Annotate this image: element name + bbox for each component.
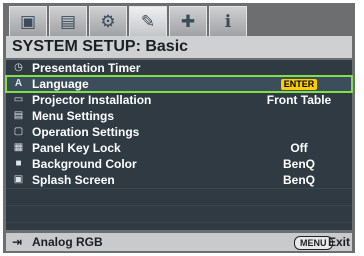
tab-system-setup-basic[interactable]: ✎ <box>129 6 167 36</box>
menu-item-value: BenQ <box>282 173 315 187</box>
menu-item-operation-settings[interactable]: ▢ Operation Settings <box>6 124 352 140</box>
input-source-label: Analog RGB <box>32 235 103 249</box>
menu-key-badge[interactable]: MENU <box>294 236 333 250</box>
menu-item-presentation-timer[interactable]: ◷ Presentation Timer <box>6 60 352 76</box>
tab-information[interactable]: ℹ <box>209 6 247 36</box>
projector-icon: ▭ <box>13 94 24 105</box>
menu-item-label: Panel Key Lock <box>32 141 121 155</box>
menu-item-label: Operation Settings <box>32 125 140 139</box>
splash-screen-icon: ▣ <box>13 174 24 185</box>
menu-settings-icon: ▤ <box>13 110 24 121</box>
menu-item-panel-key-lock[interactable]: ▦ Panel Key Lock Off <box>6 140 352 156</box>
status-footer: ⇥ Analog RGB MENU Exit <box>6 233 352 251</box>
menu-list: ◷ Presentation Timer A Language ENTER ▭ … <box>5 60 353 230</box>
settings-icon: ⚙ <box>100 11 116 31</box>
tab-picture[interactable]: ▣ <box>9 6 47 36</box>
tab-system-setup-advanced[interactable]: ✚ <box>169 6 207 36</box>
tab-display[interactable]: ▤ <box>49 6 87 36</box>
menu-item-label: Background Color <box>32 157 137 171</box>
menu-item-projector-installation[interactable]: ▭ Projector Installation Front Table <box>6 92 352 108</box>
menu-item-label: Presentation Timer <box>32 61 141 75</box>
menu-title: SYSTEM SETUP: Basic <box>6 36 352 58</box>
tab-bar: ▣ ▤ ⚙ ✎ ✚ ℹ <box>9 6 247 36</box>
exit-label: Exit <box>328 235 351 249</box>
tab-settings[interactable]: ⚙ <box>89 6 127 36</box>
menu-item-value: BenQ <box>282 157 315 171</box>
menu-item-label: Menu Settings <box>32 109 115 123</box>
advanced-icon: ✚ <box>180 11 196 31</box>
empty-row <box>6 188 352 205</box>
menu-item-value: Front Table <box>266 93 332 107</box>
input-source-icon: ⇥ <box>12 235 23 249</box>
operation-settings-icon: ▢ <box>13 126 24 137</box>
picture-icon: ▣ <box>19 11 37 31</box>
language-icon: A <box>14 78 23 89</box>
info-icon: ℹ <box>224 11 232 31</box>
menu-item-label: Language <box>32 77 89 91</box>
wrench-icon: ✎ <box>140 11 156 31</box>
timer-icon: ◷ <box>14 62 23 73</box>
empty-row <box>6 205 352 222</box>
menu-item-value: ENTER <box>254 76 344 92</box>
background-color-icon: ■ <box>15 158 22 169</box>
enter-key-badge[interactable]: ENTER <box>280 79 318 91</box>
menu-item-menu-settings[interactable]: ▤ Menu Settings <box>6 108 352 124</box>
key-lock-icon: ▦ <box>13 142 24 153</box>
menu-item-language[interactable]: A Language ENTER <box>5 75 353 93</box>
menu-item-splash-screen[interactable]: ▣ Splash Screen BenQ <box>6 172 352 188</box>
menu-item-value: Off <box>290 141 308 155</box>
menu-item-background-color[interactable]: ■ Background Color BenQ <box>6 156 352 172</box>
menu-item-label: Projector Installation <box>32 93 152 107</box>
osd-menu: ▣ ▤ ⚙ ✎ ✚ ℹ SYSTEM SETUP: Basic ◷ Presen… <box>3 3 355 253</box>
menu-item-label: Splash Screen <box>32 173 115 187</box>
display-icon: ▤ <box>59 11 77 31</box>
